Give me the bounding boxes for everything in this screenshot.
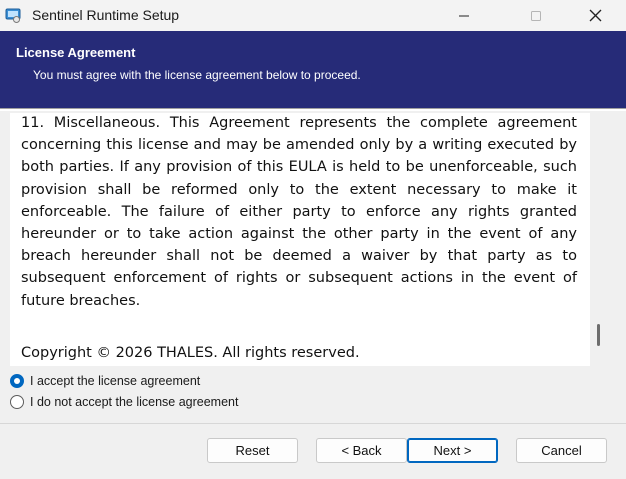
header-divider <box>0 108 626 111</box>
minimize-button[interactable] <box>441 0 487 31</box>
back-button[interactable]: < Back <box>316 438 407 463</box>
license-paragraph: 11. Miscellaneous. This Agreement repres… <box>21 115 577 309</box>
footer-divider <box>0 423 626 424</box>
license-scrollbar-thumb[interactable] <box>597 324 600 346</box>
accept-option[interactable]: I accept the license agreement <box>10 372 200 390</box>
minimize-icon <box>459 15 469 16</box>
close-button[interactable] <box>572 0 618 31</box>
reset-button[interactable]: Reset <box>207 438 298 463</box>
installer-app-icon <box>5 8 21 23</box>
page-title: License Agreement <box>16 45 136 60</box>
close-icon <box>589 9 601 22</box>
maximize-icon <box>531 10 541 21</box>
accept-radio[interactable] <box>10 374 24 388</box>
license-body: 11. Miscellaneous. This Agreement repres… <box>21 113 577 312</box>
maximize-button[interactable] <box>513 0 559 31</box>
license-text-area[interactable]: 11. Miscellaneous. This Agreement repres… <box>10 113 590 366</box>
window-title: Sentinel Runtime Setup <box>32 7 180 23</box>
next-button[interactable]: Next > <box>407 438 498 463</box>
accept-label[interactable]: I accept the license agreement <box>30 374 200 388</box>
title-bar: Sentinel Runtime Setup <box>0 0 626 31</box>
header-banner: License Agreement You must agree with th… <box>0 31 626 108</box>
decline-option[interactable]: I do not accept the license agreement <box>10 393 238 411</box>
license-copyright: Copyright © 2026 THALES. All rights rese… <box>21 345 360 361</box>
decline-radio[interactable] <box>10 395 24 409</box>
cancel-button[interactable]: Cancel <box>516 438 607 463</box>
page-subtitle: You must agree with the license agreemen… <box>33 68 361 82</box>
decline-label[interactable]: I do not accept the license agreement <box>30 395 238 409</box>
